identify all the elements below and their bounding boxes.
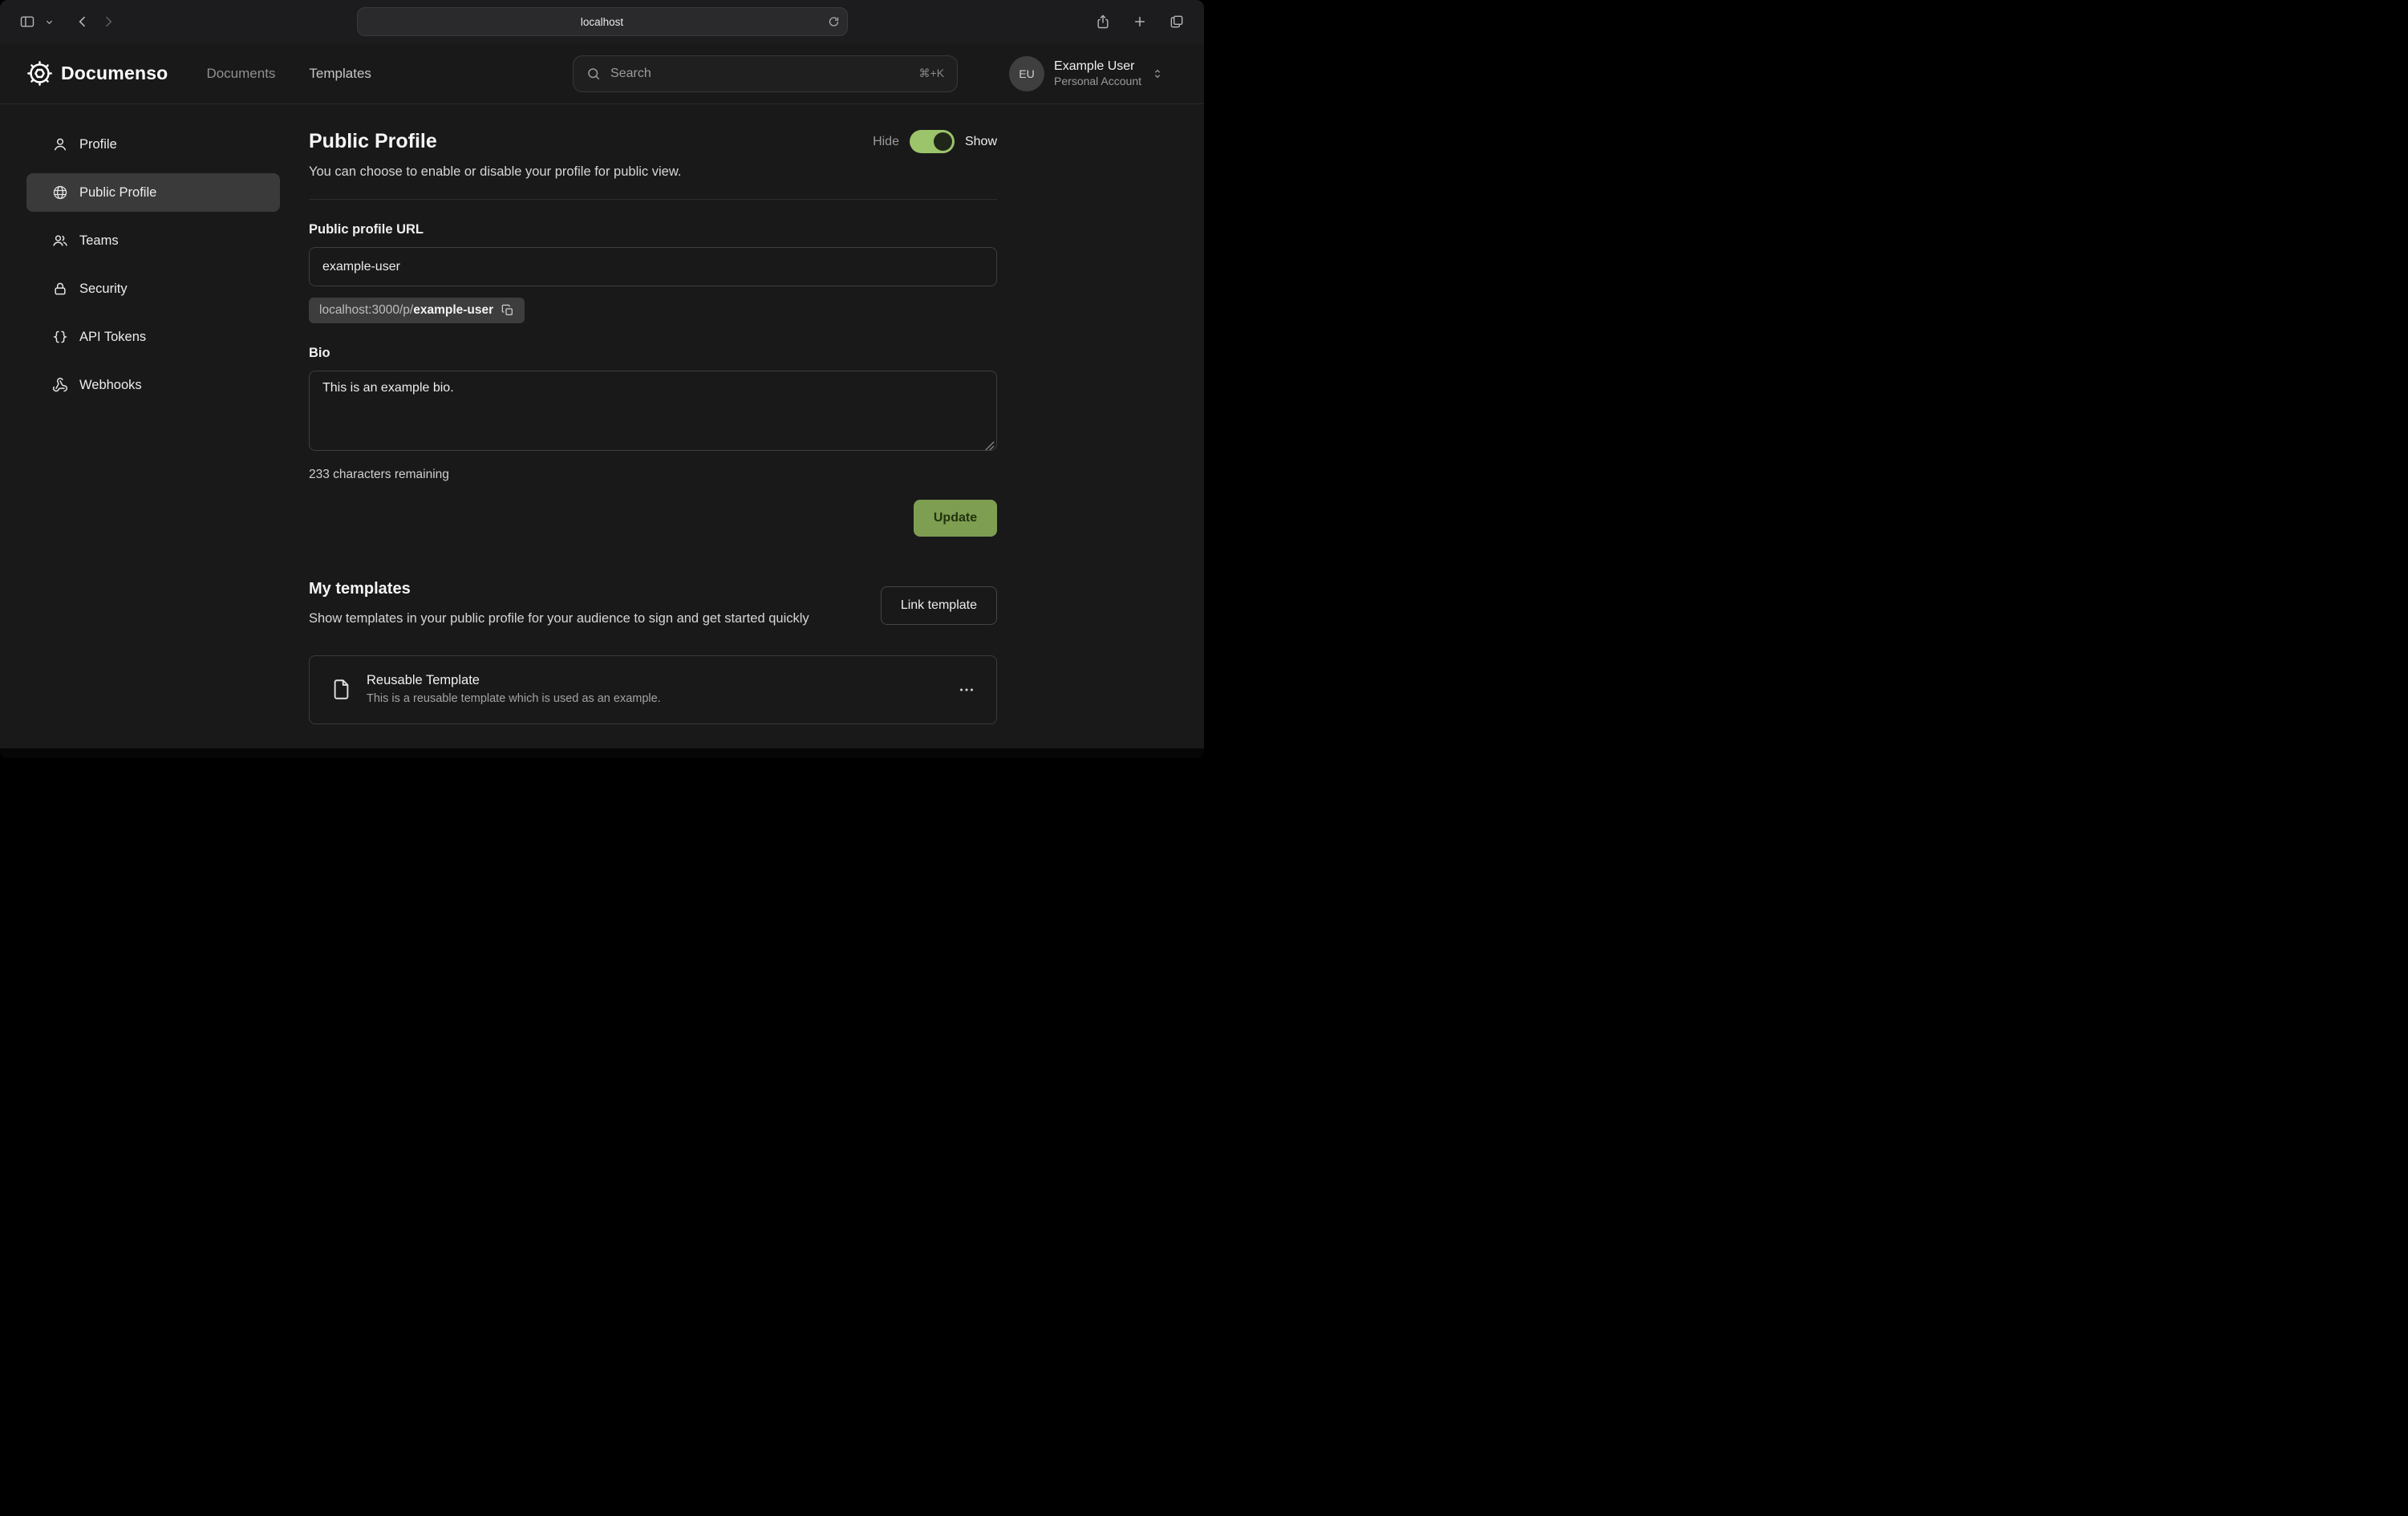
nav-templates[interactable]: Templates [309,66,371,82]
sidebar-toggle-button[interactable] [18,12,37,31]
browser-chrome: localhost [0,0,1204,43]
update-button[interactable]: Update [914,500,997,537]
share-button[interactable] [1093,12,1113,31]
sidebar-item-api-tokens[interactable]: API Tokens [26,318,280,356]
toggle-show-label: Show [965,135,997,149]
sidebar-menu-chevron-button[interactable] [43,16,55,28]
tab-overview-button[interactable] [1167,12,1186,31]
copy-url-button[interactable] [501,304,514,317]
app-root: Documenso Documents Templates Search ⌘+K… [0,43,1204,748]
chevron-down-icon [45,18,54,26]
sidebar-item-label: Public Profile [79,185,156,201]
search-icon [586,67,601,81]
ellipsis-icon [958,681,975,699]
lock-icon [52,281,68,297]
url-field-label: Public profile URL [309,222,997,237]
profile-url-text: localhost:3000/p/example-user [319,303,493,318]
public-profile-url-input[interactable] [309,247,997,286]
sidebar-item-label: API Tokens [79,330,146,345]
url-slug: example-user [413,303,493,317]
template-list-item: Reusable Template This is a reusable tem… [309,655,997,724]
chevrons-up-down-icon [1151,67,1164,80]
link-template-button[interactable]: Link template [881,586,997,625]
profile-visibility-toggle[interactable] [910,130,955,153]
toggle-hide-label: Hide [873,135,899,149]
sidebar-item-label: Teams [79,233,119,249]
chrome-left-controls [18,12,118,31]
bio-field-label: Bio [309,346,997,361]
documenso-logo [27,61,52,86]
template-description: This is a reusable template which is use… [367,691,943,707]
users-icon [52,233,68,249]
settings-sidebar: Profile Public Profile Teams Security AP… [26,125,280,748]
share-icon [1095,14,1111,30]
my-templates-description: Show templates in your public profile fo… [309,609,809,630]
sidebar-item-security[interactable]: Security [26,270,280,308]
sidebar-item-label: Profile [79,137,117,152]
settings-content: Profile Public Profile Teams Security AP… [0,104,1204,748]
globe-icon [52,184,68,201]
sidebar-item-label: Webhooks [79,378,142,393]
account-type: Personal Account [1054,75,1141,89]
brand-name: Documenso [61,63,168,84]
page-subtitle: You can choose to enable or disable your… [309,164,997,180]
reload-button[interactable] [828,16,840,28]
user-icon [52,136,68,152]
profile-url-preview: localhost:3000/p/example-user [309,298,525,323]
copy-icon [501,304,514,317]
avatar: EU [1009,56,1044,91]
chevron-right-icon [100,14,116,30]
account-menu-button[interactable]: EU Example User Personal Account [1009,56,1164,91]
templates-heading-block: My templates Show templates in your publ… [309,580,809,630]
account-text: Example User Personal Account [1054,59,1141,89]
search-placeholder: Search [610,67,909,81]
sidebar-item-profile[interactable]: Profile [26,125,280,164]
toggle-knob [934,132,952,151]
address-bar-url: localhost [581,16,623,28]
chrome-right-controls [1093,12,1186,31]
sidebar-item-webhooks[interactable]: Webhooks [26,366,280,404]
braces-icon [52,329,68,345]
sidebar-item-public-profile[interactable]: Public Profile [26,173,280,212]
sidebar-panel-icon [19,14,35,30]
template-name: Reusable Template [367,671,943,689]
search-shortcut: ⌘+K [919,67,945,80]
reload-icon [828,16,840,28]
public-profile-panel: Public Profile Hide Show You can choose … [309,125,997,748]
top-nav: Documents Templates [206,66,371,82]
tabs-icon [1169,14,1185,30]
chevron-left-icon [75,14,91,30]
nav-documents[interactable]: Documents [206,66,275,82]
account-name: Example User [1054,59,1141,75]
page-title: Public Profile [309,130,437,153]
divider [309,199,997,200]
webhook-icon [52,377,68,393]
template-info: Reusable Template This is a reusable tem… [367,671,943,707]
visibility-toggle-group: Hide Show [873,130,997,153]
characters-remaining: 233 characters remaining [309,468,997,482]
url-prefix: localhost:3000/p/ [319,303,413,317]
brand[interactable]: Documenso [27,61,168,86]
resize-grip-icon[interactable] [984,440,995,451]
plus-icon [1132,14,1148,30]
browser-window: localhost D [0,0,1204,758]
search-input[interactable]: Search ⌘+K [573,55,958,92]
forward-button[interactable] [99,12,118,31]
sidebar-item-teams[interactable]: Teams [26,221,280,260]
my-templates-title: My templates [309,580,809,598]
address-bar[interactable]: localhost [357,7,848,36]
template-more-button[interactable] [958,681,975,699]
app-header: Documenso Documents Templates Search ⌘+K… [0,43,1204,104]
new-tab-button[interactable] [1130,12,1149,31]
back-button[interactable] [73,12,92,31]
file-icon [330,679,352,700]
sidebar-item-label: Security [79,282,128,297]
bio-textarea[interactable]: This is an example bio. [309,371,997,451]
window-bottom-edge [0,748,1204,758]
